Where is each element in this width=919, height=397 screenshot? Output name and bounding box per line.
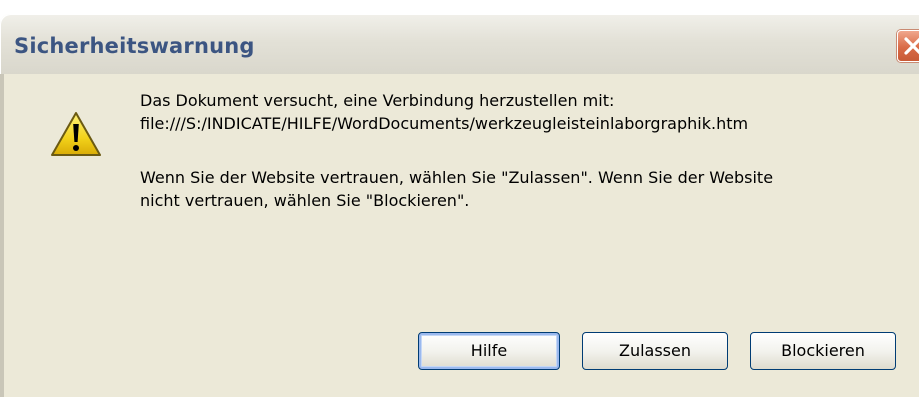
title-bar[interactable]: Sicherheitswarnung: [0, 14, 919, 74]
message-url: file:///S:/INDICATE/HILFE/WordDocuments/…: [140, 114, 749, 133]
help-button[interactable]: Hilfe: [418, 332, 560, 370]
window-title: Sicherheitswarnung: [14, 34, 255, 58]
warning-icon: [50, 110, 102, 158]
close-button[interactable]: [897, 30, 919, 62]
message-line-3: Wenn Sie der Website vertrauen, wählen S…: [140, 168, 774, 187]
message-line-1: Das Dokument versucht, eine Verbindung h…: [140, 91, 615, 110]
dialog-body: Das Dokument versucht, eine Verbindung h…: [0, 74, 919, 397]
allow-button[interactable]: Zulassen: [582, 332, 728, 370]
security-warning-dialog: Sicherheitswarnung Das Dokument versucht…: [0, 0, 919, 397]
block-button[interactable]: Blockieren: [750, 332, 896, 370]
message-line-4: nicht vertrauen, wählen Sie "Blockieren"…: [140, 191, 470, 210]
